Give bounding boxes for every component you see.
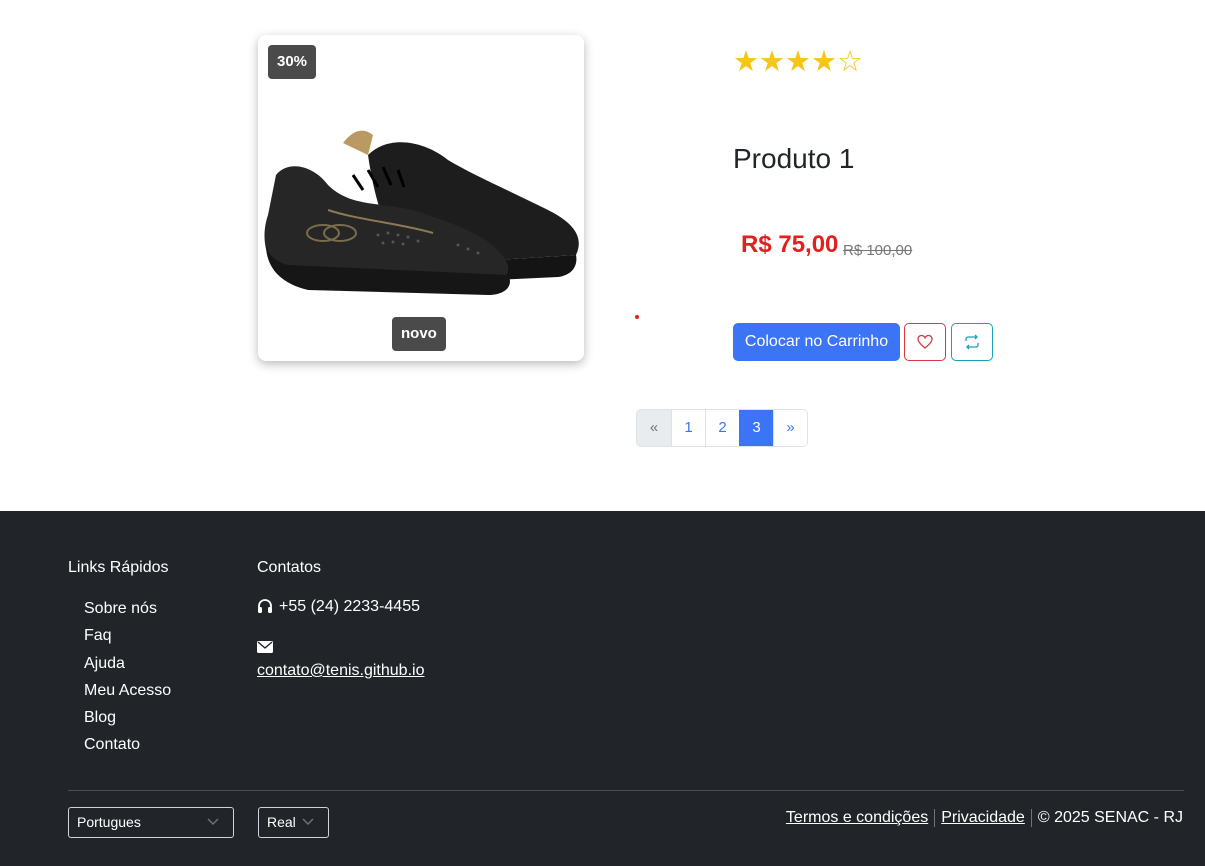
star-icon: ★ <box>759 46 785 78</box>
headset-icon <box>258 599 272 613</box>
currency-select[interactable]: Real <box>258 807 329 838</box>
pagination: « 1 2 3 » <box>636 409 808 447</box>
envelope-icon <box>257 641 273 653</box>
product-price: R$ 75,00 <box>741 231 839 258</box>
privacy-link[interactable]: Privacidade <box>941 809 1025 827</box>
currency-select-value: Real <box>267 814 296 830</box>
repeat-icon <box>965 334 979 350</box>
pagination-page-2[interactable]: 2 <box>705 410 739 446</box>
compare-button[interactable] <box>951 323 993 361</box>
pagination-next[interactable]: » <box>773 410 807 446</box>
link-faq[interactable]: Faq <box>84 626 171 653</box>
add-to-cart-button[interactable]: Colocar no Carrinho <box>733 323 900 361</box>
footer-divider <box>68 790 1184 791</box>
chevron-down-icon <box>207 818 219 825</box>
separator <box>1030 809 1032 827</box>
phone-contact: +55 (24) 2233-4455 <box>257 598 420 616</box>
product-card[interactable]: 30% novo <box>258 35 584 361</box>
link-blog[interactable]: Blog <box>84 708 171 735</box>
pagination-page-1[interactable]: 1 <box>671 410 705 446</box>
language-select-value: Portugues <box>77 814 141 830</box>
star-icon: ★ <box>811 46 837 78</box>
link-about[interactable]: Sobre nós <box>84 599 171 626</box>
separator <box>934 809 936 827</box>
footer-bottom-links: Termos e condições Privacidade © 2025 SE… <box>786 809 1183 827</box>
phone-number: +55 (24) 2233-4455 <box>279 598 420 615</box>
pagination-prev[interactable]: « <box>637 410 671 446</box>
red-dot <box>635 315 639 319</box>
discount-badge: 30% <box>268 45 317 79</box>
pagination-page-3[interactable]: 3 <box>739 410 773 446</box>
copyright: © 2025 SENAC - RJ <box>1037 809 1183 826</box>
quick-links-title: Links Rápidos <box>68 559 169 576</box>
rating-stars: ★★★★☆ <box>733 44 863 79</box>
product-title: Produto 1 <box>733 143 855 174</box>
new-badge: novo <box>392 317 446 351</box>
chevron-down-icon <box>302 818 314 825</box>
product-old-price: R$ 100,00 <box>843 242 913 259</box>
quick-links-list: Sobre nós Faq Ajuda Meu Acesso Blog Cont… <box>84 599 171 763</box>
contacts-title: Contatos <box>257 559 322 576</box>
email-link[interactable]: contato@tenis.github.io <box>257 662 424 680</box>
star-icon: ★ <box>785 46 811 78</box>
favorite-button[interactable] <box>904 323 946 361</box>
star-icon: ★ <box>733 46 759 78</box>
page: 30% novo ★★★★☆ Produto 1 R$ 75,00 R$ 100… <box>0 0 1205 866</box>
language-select[interactable]: Portugues <box>68 807 234 838</box>
link-contact[interactable]: Contato <box>84 735 171 762</box>
heart-icon <box>917 334 933 349</box>
star-empty-icon: ☆ <box>837 46 863 78</box>
link-help[interactable]: Ajuda <box>84 654 171 681</box>
footer: Links Rápidos Sobre nós Faq Ajuda Meu Ac… <box>0 511 1205 866</box>
sneaker-image <box>264 130 579 295</box>
terms-link[interactable]: Termos e condições <box>786 809 928 827</box>
link-my-account[interactable]: Meu Acesso <box>84 681 171 708</box>
